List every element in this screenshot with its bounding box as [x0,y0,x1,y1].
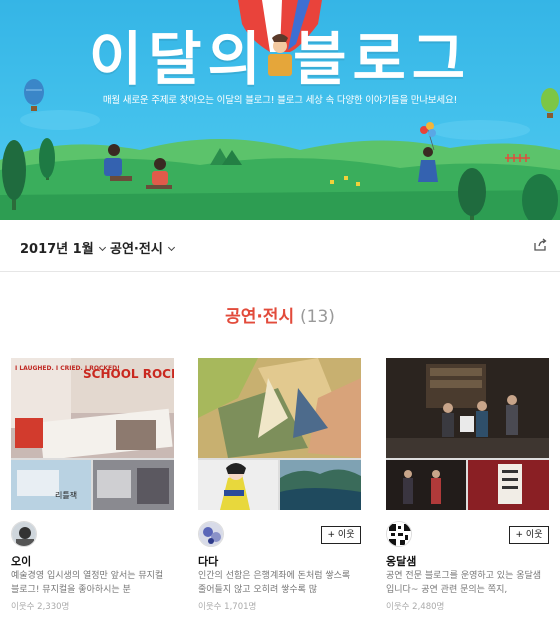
poster-title: SCHOOL ROCK [83,367,174,381]
blog-card: + 이웃 옹달샘 공연 전문 블로그를 운영하고 있는 옹달샘입니다~ 공연 관… [386,358,549,620]
blog-thumbnail-image [93,460,174,510]
blog-name[interactable]: 옹달샘 [386,553,416,569]
filter-bar: 2017년 1월 공연·전시 [0,220,560,272]
blog-main-image [386,358,549,458]
blog-avatar[interactable] [11,521,37,547]
blog-name[interactable]: 오이 [11,553,31,569]
blog-description: 예술경영 입시생의 열정만 앞서는 뮤지컬 블로그! 뮤지컬을 좋아하시는 분 [11,571,164,595]
add-neighbor-button[interactable]: + 이웃 [509,526,549,544]
blog-name[interactable]: 다다 [198,553,218,569]
section-title: 공연·전시 [225,307,295,327]
category-dropdown-label: 공연·전시 [110,242,163,257]
blog-description: 공연 전문 블로그를 운영하고 있는 옹달샘입니다~ 공연 관련 문의는 쪽지, [386,571,542,595]
neighbor-count-label: 이웃수 [11,602,35,612]
neighbor-count-label: 이웃수 [198,602,222,612]
blog-avatar[interactable] [198,521,224,547]
chevron-down-icon [167,243,175,252]
neighbor-count: 이웃수 2,330명 [11,600,69,612]
neighbor-count: 이웃수 1,701명 [198,600,256,612]
neighbor-count-value: 2,330명 [37,602,70,612]
blog-thumbnail-image [468,460,549,510]
blog-thumbnail-collage[interactable] [198,358,361,510]
neighbor-count-value: 2,480명 [412,602,445,612]
chevron-down-icon [98,243,106,252]
section-count: (13) [300,307,335,327]
blog-card: I LAUGHED. I CRIED. I ROCKED! SCHOOL ROC… [11,358,174,620]
banner-subtitle: 매월 새로운 주제로 찾아오는 이달의 블로그! 블로그 세상 속 다양한 이야… [102,95,458,106]
banner-title: 이달의 블로그 [88,25,472,93]
blog-description: 인간의 선함은 은행계좌에 돈처럼 쌓스록 줄어들지 않고 오히려 쌓수록 많 [198,571,351,595]
section-heading: 공연·전시 (13) [0,302,560,327]
blog-main-image [198,358,361,458]
neighbor-count-label: 이웃수 [386,602,410,612]
month-dropdown[interactable]: 2017년 1월 [20,238,106,257]
blog-thumbnail-image: 리틀잭 [11,460,91,510]
blog-thumbnail-image [386,460,466,510]
blog-card: + 이웃 다다 인간의 선함은 은행계좌에 돈처럼 쌓스록 줄어들지 않고 오히… [198,358,361,620]
thumbnail-caption: 리틀잭 [55,490,77,500]
neighbor-count-value: 1,701명 [224,602,257,612]
add-neighbor-button[interactable]: + 이웃 [321,526,361,544]
blog-thumbnail-image [198,460,278,510]
neighbor-count: 이웃수 2,480명 [386,600,444,612]
blog-main-image: I LAUGHED. I CRIED. I ROCKED! SCHOOL ROC… [11,358,174,458]
share-icon[interactable] [533,238,547,252]
qr-code-avatar[interactable] [386,521,412,547]
blog-thumbnail-collage[interactable]: I LAUGHED. I CRIED. I ROCKED! SCHOOL ROC… [11,358,174,510]
blog-thumbnail-collage[interactable] [386,358,549,510]
month-dropdown-label: 2017년 1월 [20,242,94,257]
category-dropdown[interactable]: 공연·전시 [110,238,175,257]
blog-thumbnail-image [280,460,361,510]
banner: 이달의 블로그 매월 새로운 주제로 찾아오는 이달의 블로그! 블로그 세상 … [0,0,560,220]
